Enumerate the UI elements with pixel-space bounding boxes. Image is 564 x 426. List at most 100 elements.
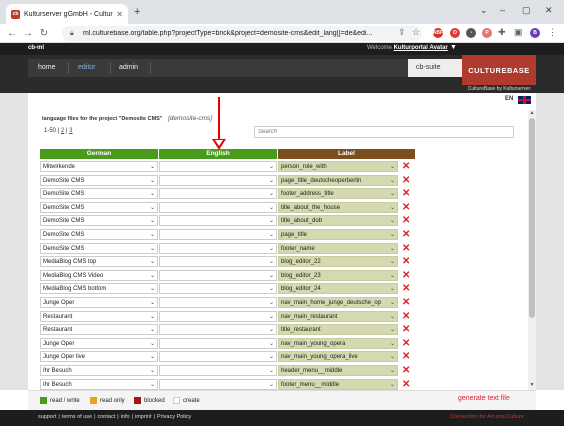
english-select[interactable]: ⌄ [159,337,277,349]
german-select[interactable]: MediaBlog CMS top ⌄ [40,256,158,268]
delete-icon[interactable]: ✕ [402,269,410,282]
back-icon[interactable]: ← [4,28,20,39]
delete-icon[interactable]: ✕ [402,378,410,391]
scroll-down-icon[interactable]: ▼ [528,382,536,388]
german-select[interactable]: DemoSite CMS ⌄ [40,215,158,227]
delete-icon[interactable]: ✕ [402,255,410,268]
label-select[interactable]: footer_address_title ⌄ [278,188,398,200]
pager-page-3[interactable]: 3 [69,128,72,134]
generate-text-file-button[interactable]: generate text file [458,395,510,402]
german-select[interactable]: Ihr Besuch ⌄ [40,378,158,390]
german-select[interactable]: Junge Oper live ⌄ [40,351,158,363]
delete-icon[interactable]: ✕ [402,174,410,187]
minimize-icon[interactable]: – [500,5,505,15]
delete-icon[interactable]: ✕ [402,282,410,295]
english-select[interactable]: ⌄ [159,201,277,213]
english-select[interactable]: ⌄ [159,365,277,376]
nav-home[interactable]: home [30,59,64,77]
label-select[interactable]: nav_main_young_opera ⌄ [278,337,398,349]
user-menu-icon[interactable]: ▼ [450,44,457,51]
english-select[interactable]: ⌄ [159,378,277,390]
german-select[interactable]: DemoSite CMS ⌄ [40,242,158,254]
label-select[interactable]: person_role_with ⌄ [278,161,398,172]
chevron-down-icon[interactable]: ⌄ [480,5,488,16]
nav-admin[interactable]: admin [111,59,146,77]
search-input[interactable] [254,126,514,138]
german-select[interactable]: MediaBlog CMS Video ⌄ [40,269,158,281]
english-select[interactable]: ⌄ [159,351,277,363]
scroll-up-icon[interactable]: ▲ [528,110,536,116]
english-select[interactable]: ⌄ [159,242,277,254]
label-select[interactable]: title_about_dob ⌄ [278,215,398,227]
scroll-thumb[interactable] [529,118,535,318]
delete-icon[interactable]: ✕ [402,160,410,173]
delete-icon[interactable]: ✕ [402,242,410,255]
sidepanel-icon[interactable]: ▣ [514,27,523,38]
footer-link[interactable]: terms of use [62,414,92,420]
opera-ext-icon[interactable]: O [450,28,460,38]
german-select[interactable]: Ihr Besuch ⌄ [40,365,158,376]
label-select[interactable]: nav_main_home_junge_deutsche_op ⌄ [278,297,398,308]
delete-icon[interactable]: ✕ [402,214,410,227]
german-select[interactable]: DemoSite CMS ⌄ [40,201,158,213]
german-select[interactable]: Junge Oper ⌄ [40,297,158,308]
footer-link[interactable]: Privacy Policy [157,414,191,420]
english-select[interactable]: ⌄ [159,297,277,308]
english-select[interactable]: ⌄ [159,256,277,268]
label-select[interactable]: footer_name ⌄ [278,242,398,254]
label-select[interactable]: nav_main_restaurant ⌄ [278,310,398,322]
german-select[interactable]: DemoSite CMS ⌄ [40,174,158,186]
reload-icon[interactable]: ↻ [36,28,52,39]
delete-icon[interactable]: ✕ [402,310,410,323]
adblock-icon[interactable]: ABP [433,28,443,38]
delete-icon[interactable]: ✕ [402,350,410,363]
welcome-user-link[interactable]: Kulturportal Avatar [394,45,448,51]
delete-icon[interactable]: ✕ [402,201,410,214]
nav-editor[interactable]: editor [70,59,104,77]
star-icon[interactable]: ☆ [412,27,420,38]
address-bar[interactable]: 🔒︎ ml.culturebase.org/table.php?projectT… [62,26,422,41]
footer-link[interactable]: contact [98,414,116,420]
english-select[interactable]: ⌄ [159,174,277,186]
english-select[interactable]: ⌄ [159,161,277,172]
label-select[interactable]: page_title ⌄ [278,229,398,240]
browser-tab[interactable]: cb Kulturserver gGmbH - Culturebas ✕ [6,4,128,24]
close-tab-icon[interactable]: ✕ [116,10,123,19]
label-select[interactable]: header_menu__middle ⌄ [278,365,398,376]
maximize-icon[interactable]: ▢ [522,5,531,16]
language-label[interactable]: EN [505,96,513,102]
avatar[interactable]: B [530,28,540,38]
delete-icon[interactable]: ✕ [402,296,410,309]
footer-link[interactable]: imprint [135,414,152,420]
new-tab-icon[interactable]: + [134,6,140,18]
share-icon[interactable]: ⇪ [398,27,406,38]
label-select[interactable]: nav_main_young_opera_live ⌄ [278,351,398,363]
label-select[interactable]: title_about_the_house ⌄ [278,201,398,213]
delete-icon[interactable]: ✕ [402,364,410,377]
german-select[interactable]: DemoSite CMS ⌄ [40,188,158,200]
label-select[interactable]: footer_menu__middle ⌄ [278,378,398,390]
english-select[interactable]: ⌄ [159,324,277,336]
german-select[interactable]: Restaurant ⌄ [40,324,158,336]
delete-icon[interactable]: ✕ [402,187,410,200]
english-select[interactable]: ⌄ [159,215,277,227]
german-select[interactable]: Restaurant ⌄ [40,310,158,322]
close-window-icon[interactable]: ✕ [545,5,553,16]
footer-link[interactable]: support [38,414,56,420]
delete-icon[interactable]: ✕ [402,337,410,350]
footer-link[interactable]: info [121,414,130,420]
label-select[interactable]: blog_editor_24 ⌄ [278,283,398,295]
pager-page-2[interactable]: 2 [61,128,64,134]
label-select[interactable]: blog_editor_23 ⌄ [278,269,398,281]
german-select[interactable]: MediaBlog CMS bottom ⌄ [40,283,158,295]
label-select[interactable]: blog_editor_22 ⌄ [278,256,398,268]
forward-icon[interactable]: → [20,28,36,39]
english-select[interactable]: ⌄ [159,310,277,322]
english-select[interactable]: ⌄ [159,283,277,295]
puzzle-icon[interactable]: ✚ [498,27,506,38]
scrollbar[interactable]: ▲ ▼ [528,110,536,390]
delete-icon[interactable]: ✕ [402,228,410,241]
german-select[interactable]: Mitwirkende ⌄ [40,161,158,172]
german-select[interactable]: DemoSite CMS ⌄ [40,229,158,240]
english-select[interactable]: ⌄ [159,229,277,240]
